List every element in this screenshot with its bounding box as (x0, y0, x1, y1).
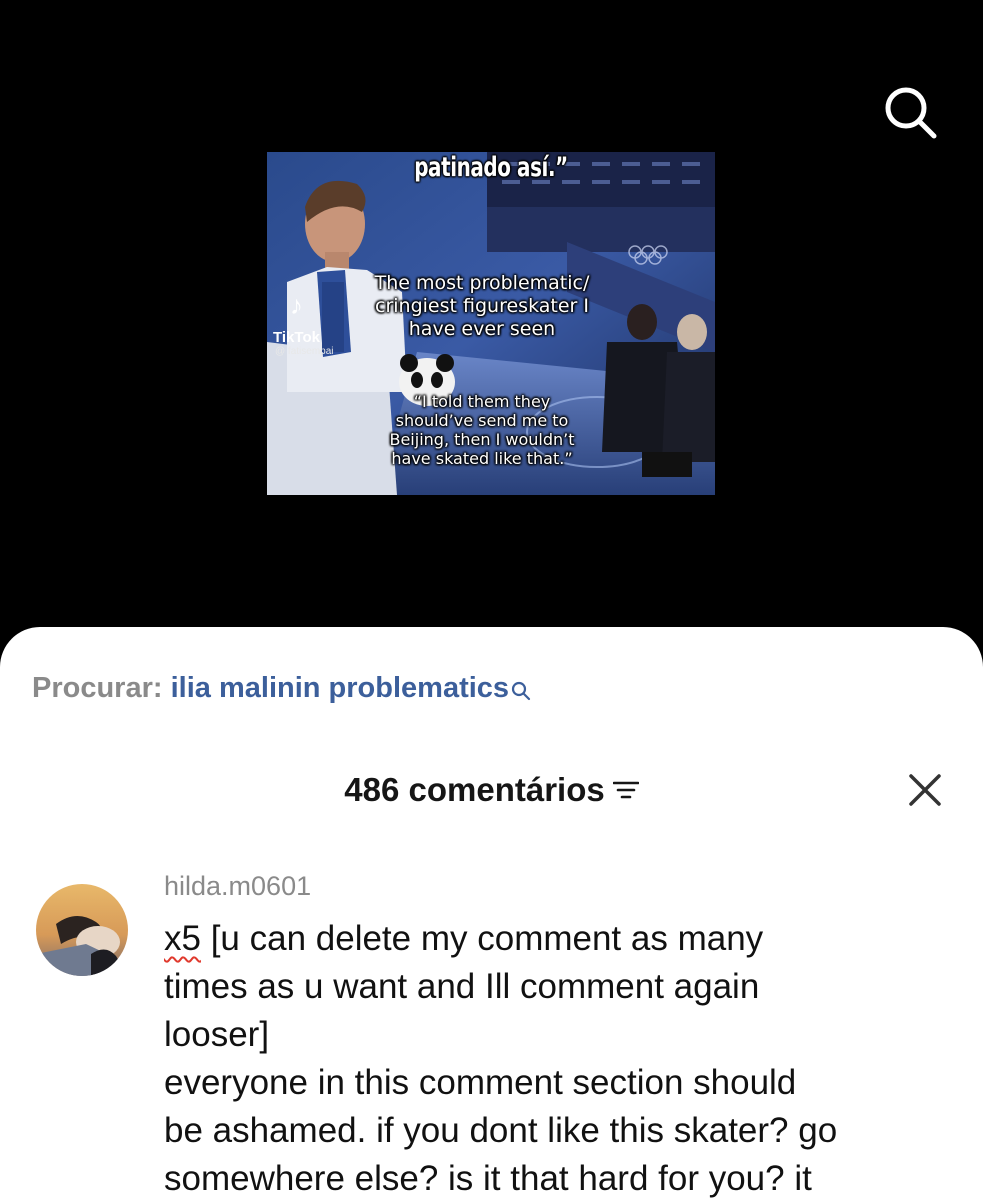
comments-header: 486 comentários (0, 767, 983, 811)
video-player[interactable]: patinado así.” The most problematic/ cri… (0, 0, 983, 640)
comments-sheet: Procurar: ilia malinin problematics 486 … (0, 627, 983, 1200)
search-prefix: Procurar: (32, 672, 163, 704)
comment-line: x5 [u can delete my comment as many (164, 915, 964, 963)
comments-count-row: 486 comentários (0, 770, 983, 810)
comment-line-rest: [u can delete my comment as many (200, 919, 764, 958)
comment-username[interactable]: hilda.m0601 (164, 869, 311, 903)
video-caption-top: patinado así.” (414, 152, 568, 183)
comment-line: everyone in this comment section should (164, 1063, 797, 1102)
sort-icon[interactable] (612, 770, 640, 810)
comment-line: be ashamed. if you dont like this skater… (164, 1111, 838, 1150)
tiktok-brand: TikTok (273, 329, 320, 346)
comment-text: x5 [u can delete my comment as many time… (164, 915, 964, 1200)
comment-line: times as u want and Ill comment again (164, 967, 760, 1006)
search-icon[interactable] (880, 82, 940, 142)
comment-marked-word: x5 (164, 919, 201, 958)
comments-count: 486 comentários (344, 771, 605, 808)
tiktok-user: @ fatisempai (275, 346, 334, 357)
related-search[interactable]: Procurar: ilia malinin problematics (32, 670, 531, 710)
tiktok-logo-icon: ♪ (290, 290, 303, 320)
comment-line: somewhere else? is it that hard for you?… (164, 1159, 812, 1198)
screen: patinado así.” The most problematic/ cri… (0, 0, 983, 1200)
comment-line: looser] (164, 1015, 270, 1054)
close-icon[interactable] (908, 773, 942, 807)
video-caption-main: The most problematic/ cringiest figuresk… (374, 272, 590, 340)
video-frame: patinado así.” The most problematic/ cri… (267, 152, 715, 495)
search-icon (511, 674, 531, 710)
avatar[interactable] (36, 884, 128, 976)
video-caption-quote: “I told them they should’ve send me to B… (389, 392, 575, 468)
search-query[interactable]: ilia malinin problematics (171, 672, 509, 704)
